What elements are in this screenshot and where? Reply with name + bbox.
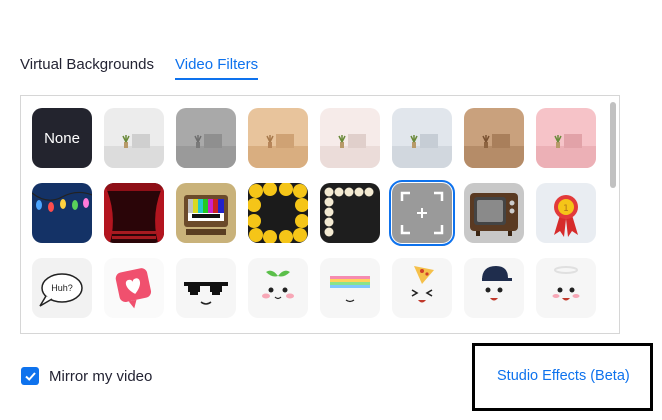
filter-bulb-frame[interactable] (320, 183, 380, 243)
heart-like-icon (104, 258, 164, 318)
filter-speech-bubble[interactable]: Huh? (32, 258, 92, 318)
filter-room-gray[interactable] (176, 108, 236, 168)
filter-retro-tv-color-bars[interactable] (176, 183, 236, 243)
award-ribbon-icon: 1 (536, 183, 596, 243)
mirror-video-label: Mirror my video (49, 367, 153, 385)
room-tan-icon (248, 108, 308, 168)
emoji-frame-icon (248, 183, 308, 243)
filter-string-lights[interactable] (32, 183, 92, 243)
filter-room-tan[interactable] (248, 108, 308, 168)
filter-room-pink-white[interactable] (320, 108, 380, 168)
cap-face-icon (464, 258, 524, 318)
filter-pixel-sunglasses[interactable] (176, 258, 236, 318)
mirror-video-checkbox[interactable] (21, 367, 39, 385)
camera-frame-icon (392, 183, 452, 243)
theater-curtain-icon (104, 183, 164, 243)
filter-rainbow-face[interactable] (320, 258, 380, 318)
tab-video-filters[interactable]: Video Filters (175, 56, 259, 80)
speech-bubble-text: Huh? (51, 283, 73, 293)
checkmark-icon (24, 371, 36, 381)
filter-room-brown[interactable] (464, 108, 524, 168)
room-pink-white-icon (320, 108, 380, 168)
room-brown-icon (464, 108, 524, 168)
filter-none-tile[interactable]: None (32, 108, 92, 168)
filter-none-label: None (44, 129, 80, 147)
filter-sprout-face[interactable] (248, 258, 308, 318)
scrollbar-thumb[interactable] (610, 102, 616, 188)
retro-tv-color-bars-icon (176, 183, 236, 243)
pixel-sunglasses-icon (176, 258, 236, 318)
filter-cap-face[interactable] (464, 258, 524, 318)
retro-tv-icon (464, 183, 524, 243)
filter-pizza-face[interactable] (392, 258, 452, 318)
filter-room-pink[interactable] (536, 108, 596, 168)
speech-bubble-icon: Huh? (32, 258, 92, 318)
bulb-frame-icon (320, 183, 380, 243)
filter-halo-face[interactable] (536, 258, 596, 318)
filter-theater-curtain[interactable] (104, 183, 164, 243)
pizza-face-icon (392, 258, 452, 318)
filter-room-light-gray[interactable] (104, 108, 164, 168)
tab-virtual-backgrounds[interactable]: Virtual Backgrounds (20, 56, 154, 73)
studio-effects-link[interactable]: Studio Effects (Beta) (497, 368, 630, 384)
halo-face-icon (536, 258, 596, 318)
filter-retro-tv[interactable] (464, 183, 524, 243)
room-light-gray-icon (104, 108, 164, 168)
rainbow-face-icon (320, 258, 380, 318)
filter-heart-like[interactable] (104, 258, 164, 318)
filters-scrollbar[interactable] (607, 98, 617, 330)
sprout-face-icon (248, 258, 308, 318)
mirror-video-option: Mirror my video (21, 366, 152, 386)
room-pink-icon (536, 108, 596, 168)
filter-camera-frame[interactable] (389, 180, 455, 246)
filter-room-blue-gray[interactable] (392, 108, 452, 168)
room-gray-icon (176, 108, 236, 168)
string-lights-icon (32, 183, 92, 243)
filter-award-ribbon[interactable]: 1 (536, 183, 596, 243)
room-blue-gray-icon (392, 108, 452, 168)
filters-grid-panel: None 1 Huh? (20, 95, 620, 334)
svg-text:1: 1 (563, 204, 569, 214)
filter-emoji-frame[interactable] (248, 183, 308, 243)
